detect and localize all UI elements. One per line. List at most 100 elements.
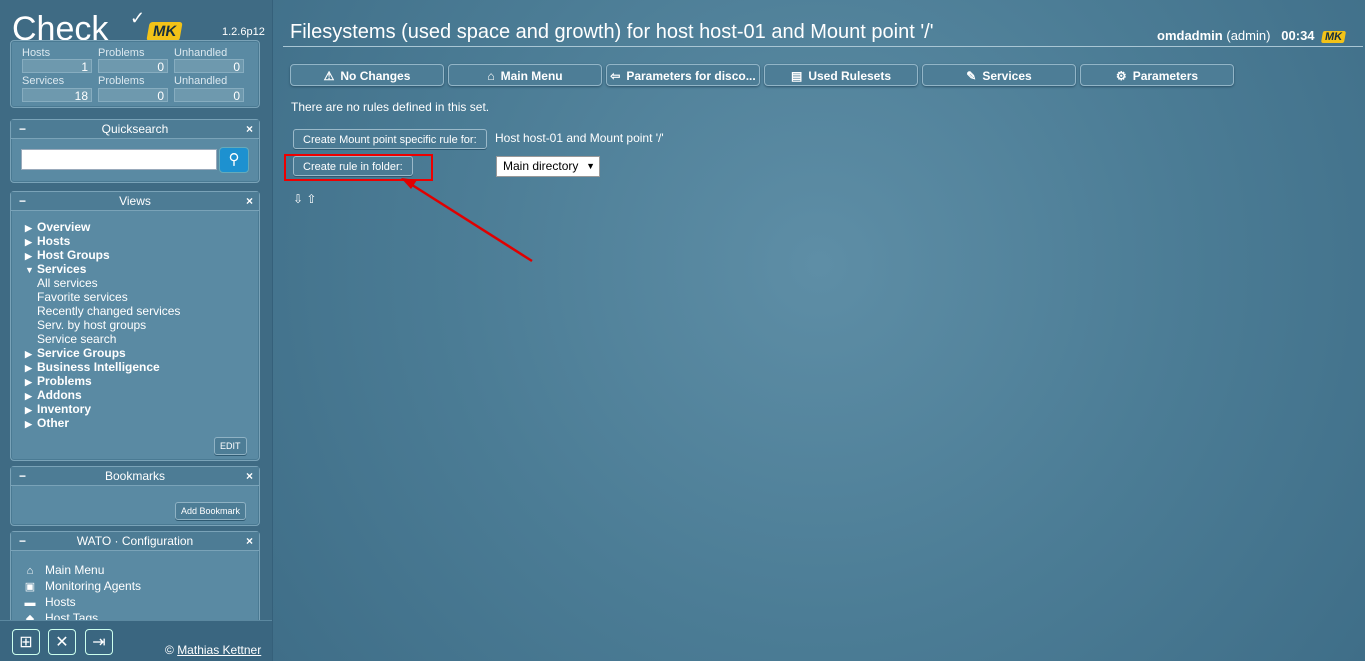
back-arrow-icon: ⇦ [610, 69, 621, 83]
expand-arrow-icon[interactable]: ▶ [25, 249, 37, 263]
tools-icon: ✕ [55, 634, 69, 651]
import-icon[interactable]: ⇩ [293, 192, 303, 206]
copyright: © Mathias Kettner [165, 643, 262, 657]
version-label: 1.2.6p12 [222, 26, 265, 38]
close-icon[interactable]: × [246, 192, 253, 210]
expand-arrow-icon[interactable]: ▶ [25, 417, 37, 431]
views-item-services[interactable]: ▼ Services [25, 262, 180, 276]
search-icon: ⚲ [228, 151, 240, 168]
no-rules-message: There are no rules defined in this set. [291, 100, 490, 114]
views-item-problems[interactable]: ▶ Problems [25, 374, 180, 388]
close-icon[interactable]: × [246, 120, 253, 138]
minimize-icon[interactable]: − [19, 467, 26, 485]
home-icon: ⌂ [26, 565, 34, 577]
chevron-down-icon: ▼ [586, 161, 595, 171]
parameters-button[interactable]: ⚙ Parameters [1080, 64, 1234, 86]
views-item-service-groups[interactable]: ▶ Service Groups [25, 346, 180, 360]
logout-button[interactable]: ⇥ [85, 629, 113, 655]
views-link-serv-by-host-groups[interactable]: Serv. by host groups [25, 318, 180, 332]
wato-item-hosts[interactable]: ▬ Hosts [21, 594, 141, 610]
folder-icon: ▬ [24, 597, 36, 609]
clipboard-icon: ▤ [790, 69, 803, 83]
quicksearch-title-bar[interactable]: − Quicksearch × [11, 120, 259, 139]
services-button[interactable]: ✎ Services [922, 64, 1076, 86]
collapse-arrow-icon[interactable]: ▼ [25, 263, 37, 277]
bookmarks-title-bar[interactable]: − Bookmarks × [11, 467, 259, 486]
stats-hosts-label: Hosts [22, 47, 51, 59]
minimize-icon[interactable]: − [19, 120, 26, 138]
search-button[interactable]: ⚲ [219, 147, 249, 173]
folder-select[interactable]: Main directory ▼ [496, 156, 600, 177]
quicksearch-title: Quicksearch [101, 122, 169, 136]
stats-problems-label: Problems [98, 47, 145, 59]
views-edit-button[interactable]: EDIT [214, 437, 247, 455]
mk-logo-badge: MK [146, 22, 184, 41]
minimize-icon[interactable]: − [19, 192, 26, 210]
views-link-recently-changed[interactable]: Recently changed services [25, 304, 180, 318]
copyright-link[interactable]: Mathias Kettner [177, 643, 261, 657]
agent-icon: ▣ [24, 581, 36, 593]
annotation-arrow-icon [401, 178, 533, 263]
add-bookmark-button[interactable]: Add Bookmark [175, 502, 247, 520]
create-specific-rule-button[interactable]: Create Mount point specific rule for: [293, 129, 487, 149]
hosts-unhandled-count[interactable]: 0 [174, 59, 244, 74]
parameters-for-discovery-button[interactable]: ⇦ Parameters for disco... [606, 64, 760, 86]
action-icons: ⇩ ⇧ [293, 192, 316, 206]
quicksearch-input[interactable] [21, 149, 217, 170]
services-count[interactable]: 18 [22, 88, 92, 103]
warning-icon: ⚠ [323, 69, 335, 83]
wato-title: WATO · Configuration [76, 534, 194, 548]
hosts-count[interactable]: 1 [22, 59, 92, 74]
wato-item-monitoring-agents[interactable]: ▣ Monitoring Agents [21, 578, 141, 594]
views-snapin: − Views × ▶ Overview ▶ Hosts ▶ Host Groups … [10, 191, 260, 461]
bookmarks-title: Bookmarks [104, 469, 166, 483]
username[interactable]: omdadmin [1157, 28, 1223, 43]
add-snapin-button[interactable]: ⊞ [12, 629, 40, 655]
clock: 00:34 [1281, 28, 1315, 43]
export-icon[interactable]: ⇧ [306, 192, 316, 206]
wato-title-bar[interactable]: − WATO · Configuration × [11, 532, 259, 551]
views-item-inventory[interactable]: ▶ Inventory [25, 402, 180, 416]
wato-item-main-menu[interactable]: ⌂ Main Menu [21, 562, 141, 578]
views-link-favorite-services[interactable]: Favorite services [25, 290, 180, 304]
views-item-overview[interactable]: ▶ Overview [25, 220, 180, 234]
user-info: omdadmin (admin) 00:34 MK [1157, 28, 1347, 43]
stats-svc-problems-label: Problems [98, 75, 145, 87]
host-mount-label: Host host-01 and Mount point '/' [495, 131, 664, 145]
expand-arrow-icon[interactable]: ▶ [25, 375, 37, 389]
mk-logo-badge: MK [1321, 31, 1347, 43]
user-role: (admin) [1226, 28, 1271, 43]
expand-arrow-icon[interactable]: ▶ [25, 221, 37, 235]
services-problems-count[interactable]: 0 [98, 88, 168, 103]
tools-button[interactable]: ✕ [48, 629, 76, 655]
views-item-host-groups[interactable]: ▶ Host Groups [25, 248, 180, 262]
services-unhandled-count[interactable]: 0 [174, 88, 244, 103]
wato-snapin: − WATO · Configuration × ⌂ Main Menu ▣ Mon… [10, 531, 260, 633]
minimize-icon[interactable]: − [19, 532, 26, 550]
hosts-problems-count[interactable]: 0 [98, 59, 168, 74]
expand-arrow-icon[interactable]: ▶ [25, 235, 37, 249]
views-link-service-search[interactable]: Service search [25, 332, 180, 346]
close-icon[interactable]: × [246, 532, 253, 550]
main-content: Filesystems (used space and growth) for … [273, 0, 1365, 661]
checkmark-icon: ✓ [130, 8, 146, 28]
views-item-other[interactable]: ▶ Other [25, 416, 180, 430]
main-menu-button[interactable]: ⌂ Main Menu [448, 64, 602, 86]
expand-arrow-icon[interactable]: ▶ [25, 389, 37, 403]
views-item-business-intelligence[interactable]: ▶ Business Intelligence [25, 360, 180, 374]
used-rulesets-button[interactable]: ▤ Used Rulesets [764, 64, 918, 86]
stats-services-label: Services [22, 75, 65, 87]
logout-icon: ⇥ [92, 634, 106, 651]
no-changes-button[interactable]: ⚠ No Changes [290, 64, 444, 86]
expand-arrow-icon[interactable]: ▶ [25, 347, 37, 361]
expand-arrow-icon[interactable]: ▶ [25, 403, 37, 417]
views-item-addons[interactable]: ▶ Addons [25, 388, 180, 402]
parameters-icon: ⚙ [1115, 69, 1127, 83]
stats-svc-unhandled-label: Unhandled [174, 75, 228, 87]
close-icon[interactable]: × [246, 467, 253, 485]
page-title: Filesystems (used space and growth) for … [290, 21, 934, 43]
expand-arrow-icon[interactable]: ▶ [25, 361, 37, 375]
views-item-hosts[interactable]: ▶ Hosts [25, 234, 180, 248]
views-title-bar[interactable]: − Views × [11, 192, 259, 211]
views-link-all-services[interactable]: All services [25, 276, 180, 290]
